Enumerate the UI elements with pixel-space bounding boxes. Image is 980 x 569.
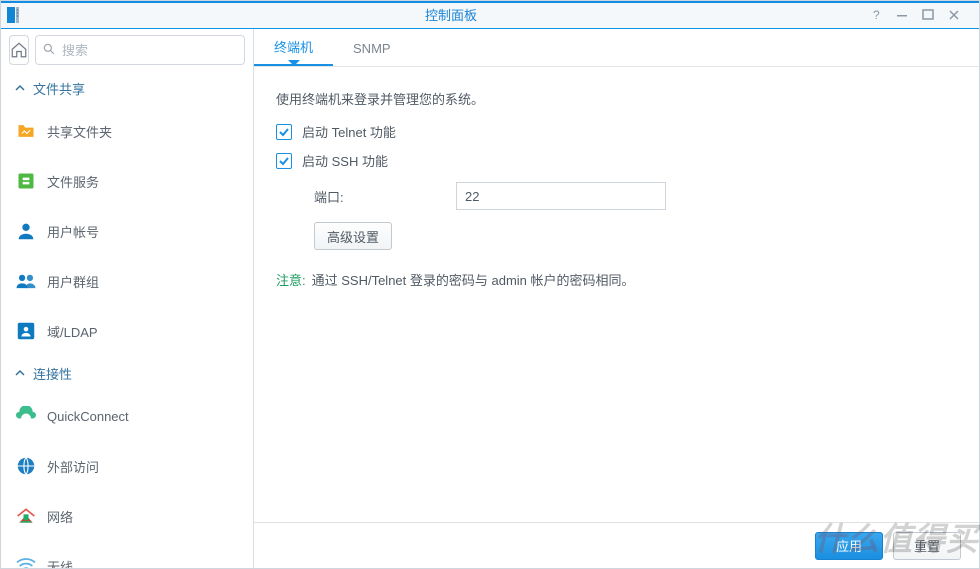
sidebar-item-label: 域/LDAP: [47, 322, 98, 341]
tab[interactable]: 终端机: [254, 27, 333, 66]
description-text: 使用终端机来登录并管理您的系统。: [276, 89, 957, 108]
note-text: 通过 SSH/Telnet 登录的密码与 admin 帐户的密码相同。: [312, 270, 635, 289]
user-account-icon: [15, 220, 37, 242]
quickconnect-icon: [15, 405, 37, 427]
file-service-icon: [15, 170, 37, 192]
wireless-icon: [15, 555, 37, 568]
sidebar-item[interactable]: 用户帐号: [1, 206, 253, 256]
advanced-settings-button[interactable]: 高级设置: [314, 222, 392, 250]
footer-bar: 应用 重置: [254, 522, 979, 568]
telnet-checkbox[interactable]: [276, 124, 292, 140]
sidebar-item-label: 用户帐号: [47, 222, 99, 241]
sidebar-item-label: 文件服务: [47, 172, 99, 191]
sidebar-item-label: QuickConnect: [47, 409, 129, 424]
note-prefix: 注意:: [276, 270, 306, 289]
sidebar-item[interactable]: 共享文件夹: [1, 106, 253, 156]
sidebar-item[interactable]: 无线: [1, 541, 253, 568]
sidebar-item-label: 无线: [47, 557, 73, 569]
port-input[interactable]: [456, 182, 666, 210]
section-header[interactable]: 连接性: [1, 356, 253, 391]
section-label: 文件共享: [33, 79, 85, 98]
sidebar-item-label: 共享文件夹: [47, 122, 112, 141]
reset-button[interactable]: 重置: [893, 532, 961, 560]
telnet-label: 启动 Telnet 功能: [302, 122, 396, 141]
shared-folder-icon: [15, 120, 37, 142]
ssh-label: 启动 SSH 功能: [302, 151, 388, 170]
window-title: 控制面板: [33, 5, 869, 24]
tabs: 终端机SNMP: [254, 29, 979, 67]
search-icon: [42, 42, 56, 59]
sidebar-item-label: 用户群组: [47, 272, 99, 291]
main-panel: 终端机SNMP 使用终端机来登录并管理您的系统。 启动 Telnet 功能 启动…: [254, 29, 979, 568]
sidebar-item[interactable]: 外部访问: [1, 441, 253, 491]
chevron-up-icon: [15, 81, 25, 96]
app-icon: [7, 5, 33, 25]
titlebar: 控制面板 ?: [1, 1, 979, 29]
sidebar-item[interactable]: 域/LDAP: [1, 306, 253, 356]
minimize-button[interactable]: [895, 8, 909, 22]
maximize-button[interactable]: [921, 8, 935, 22]
domain-ldap-icon: [15, 320, 37, 342]
sidebar-item[interactable]: 用户群组: [1, 256, 253, 306]
sidebar-item[interactable]: QuickConnect: [1, 391, 253, 441]
user-group-icon: [15, 270, 37, 292]
sidebar-item[interactable]: 网络: [1, 491, 253, 541]
ssh-checkbox[interactable]: [276, 153, 292, 169]
section-label: 连接性: [33, 364, 72, 383]
section-header[interactable]: 文件共享: [1, 71, 253, 106]
search-input[interactable]: [62, 43, 238, 58]
sidebar-item-label: 外部访问: [47, 457, 99, 476]
content-area: 使用终端机来登录并管理您的系统。 启动 Telnet 功能 启动 SSH 功能 …: [254, 67, 979, 522]
sidebar-item[interactable]: 文件服务: [1, 156, 253, 206]
home-button[interactable]: [9, 35, 29, 65]
tab[interactable]: SNMP: [333, 31, 411, 66]
search-box[interactable]: [35, 35, 245, 65]
apply-button[interactable]: 应用: [815, 532, 883, 560]
svg-text:?: ?: [873, 9, 880, 21]
chevron-up-icon: [15, 366, 25, 381]
control-panel-window: 控制面板 ?: [0, 0, 980, 569]
network-icon: [15, 505, 37, 527]
sidebar-item-label: 网络: [47, 507, 73, 526]
help-button[interactable]: ?: [869, 8, 883, 22]
external-access-icon: [15, 455, 37, 477]
close-button[interactable]: [947, 8, 961, 22]
port-label: 端口:: [314, 187, 444, 206]
sidebar: 文件共享共享文件夹文件服务用户帐号用户群组域/LDAP 连接性 QuickConne…: [1, 29, 254, 568]
